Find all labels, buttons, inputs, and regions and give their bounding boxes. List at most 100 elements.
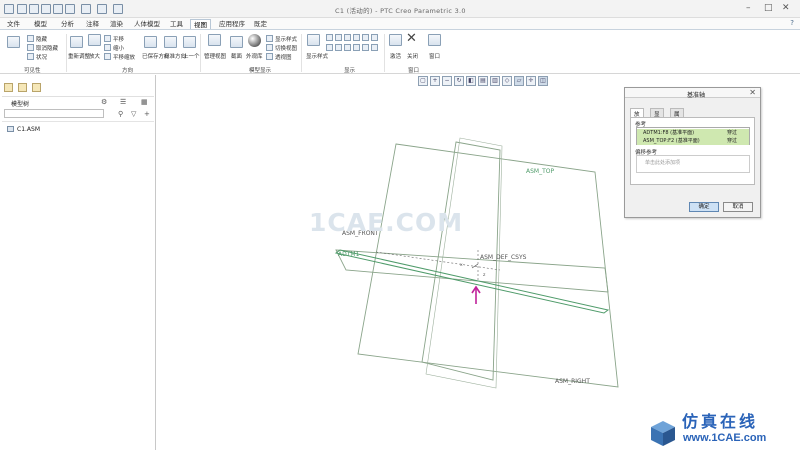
- dialog-close-icon[interactable]: ✕: [749, 88, 756, 97]
- display-style-small-label[interactable]: 显示样式: [275, 35, 297, 43]
- regenerate-icon[interactable]: [81, 4, 91, 14]
- tree-search-input[interactable]: [4, 109, 104, 118]
- open-file-icon[interactable]: [29, 4, 39, 14]
- minimize-icon[interactable]: –: [746, 3, 751, 13]
- asm-top-plane[interactable]: [335, 249, 609, 293]
- csys-display-icon[interactable]: [353, 34, 360, 41]
- zoom-in-icon[interactable]: +: [430, 76, 440, 86]
- spin-center-icon[interactable]: ✛: [526, 76, 536, 86]
- filter-icon[interactable]: ▽: [131, 110, 136, 118]
- undo-icon[interactable]: [53, 4, 63, 14]
- favorites-tab-icon[interactable]: [32, 83, 41, 92]
- display-style-icon[interactable]: [266, 35, 273, 42]
- previous-orientation-label[interactable]: 上一个: [183, 52, 200, 60]
- tree-item-root[interactable]: C1.ASM: [7, 126, 40, 133]
- close-model-icon[interactable]: ✕: [406, 31, 417, 46]
- windows-icon[interactable]: [97, 4, 107, 14]
- zoom-out-icon[interactable]: −: [442, 76, 452, 86]
- close-model-label[interactable]: 关闭: [407, 52, 418, 60]
- close-window-icon[interactable]: [113, 4, 123, 14]
- axis-display-icon[interactable]: [335, 34, 342, 41]
- plane-display-icon[interactable]: [326, 34, 333, 41]
- toggle-view-icon[interactable]: [266, 44, 273, 51]
- tab-file[interactable]: 文件: [4, 19, 23, 29]
- activate-icon[interactable]: [389, 34, 402, 46]
- tree-settings-icon[interactable]: ⚙: [101, 98, 107, 106]
- point-tag-icon[interactable]: [344, 44, 351, 51]
- tab-annotate[interactable]: 注释: [83, 19, 102, 29]
- manage-views-label[interactable]: 管理视图: [204, 52, 226, 60]
- perspective-icon[interactable]: ◇: [502, 76, 512, 86]
- pan-zoom-label[interactable]: 平移缩放: [113, 53, 135, 61]
- previous-orientation-icon[interactable]: [183, 36, 196, 48]
- pan-zoom-icon[interactable]: [104, 53, 111, 60]
- cancel-button[interactable]: 取消: [723, 202, 753, 212]
- folder-browser-tab-icon[interactable]: [18, 83, 27, 92]
- show-style-icon[interactable]: [307, 34, 320, 46]
- save-icon[interactable]: [41, 4, 51, 14]
- zoom-in-icon[interactable]: [88, 34, 101, 46]
- point-display-icon[interactable]: [344, 34, 351, 41]
- csys-tag-icon[interactable]: [353, 44, 360, 51]
- unhide-icon[interactable]: [27, 44, 34, 51]
- layers-icon[interactable]: [7, 36, 20, 48]
- display-style-icon[interactable]: ◧: [466, 76, 476, 86]
- ok-button[interactable]: 确定: [689, 202, 719, 212]
- hide-icon[interactable]: [27, 35, 34, 42]
- refit-icon[interactable]: ▢: [418, 76, 428, 86]
- tab-applications[interactable]: 应用程序: [216, 19, 248, 29]
- unhide-label[interactable]: 取消隐藏: [36, 44, 58, 52]
- redo-icon[interactable]: [65, 4, 75, 14]
- close-icon[interactable]: ✕: [782, 3, 790, 13]
- tab-render[interactable]: 渲染: [107, 19, 126, 29]
- status-icon[interactable]: [27, 53, 34, 60]
- tab-preset[interactable]: 既定: [251, 19, 270, 29]
- standard-orientation-icon[interactable]: [164, 36, 177, 48]
- references-list[interactable]: ADTM1:F8 (基准平面) 穿过 ASM_TOP:F2 (基准平面) 穿过: [636, 127, 750, 145]
- reference-row[interactable]: ASM_TOP:F2 (基准平面) 穿过: [637, 137, 749, 145]
- activate-label[interactable]: 激活: [390, 52, 401, 60]
- hide-label[interactable]: 隐藏: [36, 35, 47, 43]
- asm-right-plane[interactable]: [357, 143, 619, 388]
- plane-tag-icon[interactable]: [326, 44, 333, 51]
- window-label[interactable]: 窗口: [429, 52, 440, 60]
- appearance-gallery-icon[interactable]: [248, 34, 261, 47]
- asm-front-plane[interactable]: [421, 141, 501, 381]
- saved-orientations-icon[interactable]: [144, 36, 157, 48]
- perspective-icon[interactable]: [266, 53, 273, 60]
- tab-model[interactable]: 模型: [31, 19, 50, 29]
- tab-manikin[interactable]: 人体模型: [131, 19, 163, 29]
- repaint-icon[interactable]: ↻: [454, 76, 464, 86]
- offset-references-list[interactable]: 单击此处添加项: [636, 155, 750, 173]
- manage-views-icon[interactable]: [208, 34, 221, 46]
- tab-tools[interactable]: 工具: [167, 19, 186, 29]
- toggle-view-label[interactable]: 切换视图: [275, 44, 297, 52]
- view-manager-icon[interactable]: ▥: [490, 76, 500, 86]
- section-icon[interactable]: [230, 36, 243, 48]
- status-label[interactable]: 状况: [36, 53, 47, 61]
- maximize-icon[interactable]: □: [764, 3, 773, 13]
- tab-analysis[interactable]: 分析: [58, 19, 77, 29]
- zoom-out-label[interactable]: 缩小: [113, 44, 124, 52]
- orient-icon[interactable]: [362, 44, 369, 51]
- new-file-icon[interactable]: [17, 4, 27, 14]
- tree-columns-icon[interactable]: ▦: [141, 98, 148, 106]
- reference-row[interactable]: ADTM1:F8 (基准平面) 穿过: [637, 129, 749, 137]
- datum-display-icon[interactable]: ▱: [514, 76, 524, 86]
- pan-label[interactable]: 平移: [113, 35, 124, 43]
- axis-tag-icon[interactable]: [335, 44, 342, 51]
- pan-icon[interactable]: [104, 35, 111, 42]
- section-label[interactable]: 截面: [231, 52, 242, 60]
- spin-center-icon[interactable]: [362, 34, 369, 41]
- refit-label[interactable]: 重新调整: [68, 52, 90, 60]
- help-icon[interactable]: ?: [790, 19, 794, 27]
- show-style-label[interactable]: 显示样式: [306, 52, 328, 60]
- datum-3d-icon[interactable]: [371, 44, 378, 51]
- zoom-out-icon[interactable]: [104, 44, 111, 51]
- window-icon[interactable]: [428, 34, 441, 46]
- appearance-gallery-label[interactable]: 外观库: [246, 52, 263, 60]
- reference-constraint[interactable]: 穿过: [727, 129, 737, 137]
- tab-view[interactable]: 视图: [190, 19, 211, 29]
- find-icon[interactable]: ⚲: [118, 110, 123, 118]
- refit-icon[interactable]: [70, 36, 83, 48]
